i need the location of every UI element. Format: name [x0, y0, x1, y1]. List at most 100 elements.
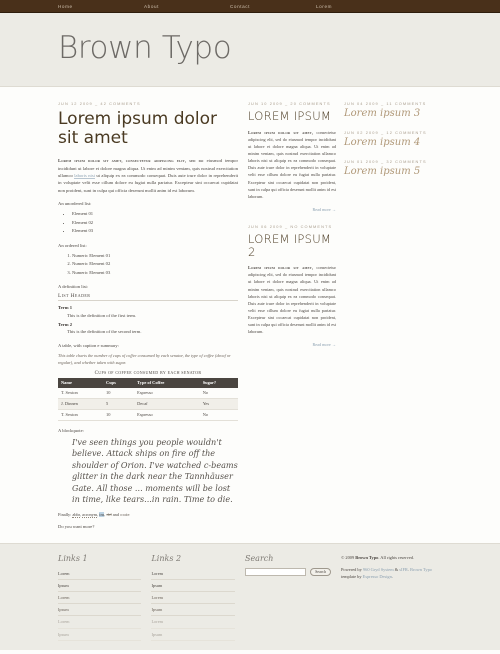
footer-link[interactable]: Lorem: [151, 592, 234, 603]
table-cell: Espresso: [134, 409, 200, 421]
search-form: Search: [244, 567, 331, 576]
copyright-brand: Brown Typo: [355, 554, 379, 560]
footer-link-list: Lorem Ipsum Lorem Ipsum Lorem Ipsum: [58, 568, 142, 641]
separator-text: .: [391, 573, 393, 579]
footer-link[interactable]: Ipsum: [58, 629, 141, 640]
post-title[interactable]: Lorem ipsum 5: [344, 166, 440, 177]
footer-link[interactable]: Ipsum: [58, 580, 141, 591]
post-title[interactable]: Lorem ipsum 3: [344, 108, 440, 119]
acronym-sample: acronym: [82, 511, 98, 518]
post-teaser: JUN 04 2009 _ 11 COMMENTS Lorem ipsum 3: [344, 101, 440, 119]
sifr-link[interactable]: sIFR: [399, 567, 408, 572]
post-title[interactable]: Lorem ipsum dolor sit amet: [58, 109, 238, 148]
grid-system-link[interactable]: 960 Gryd System: [363, 567, 394, 572]
secondary-column: JUN 10 2009 _ 20 COMMENTS LOREM IPSUM Lo…: [248, 101, 344, 529]
unordered-list: Element 01 Element 02 Element 03: [58, 210, 238, 235]
designer-link[interactable]: Espresso Design: [363, 574, 392, 579]
read-more-link[interactable]: Read more →: [248, 342, 337, 347]
footer-link[interactable]: Lorem: [58, 568, 141, 579]
primary-column: JUN 12 2009 _ 42 COMMENTS Lorem ipsum do…: [58, 101, 248, 529]
nav-item-contact[interactable]: Contact: [230, 4, 316, 9]
post-meta: JUN 06 2009 _ NO COMMENTS: [248, 223, 333, 229]
footer-link[interactable]: Ipsum: [151, 629, 234, 640]
ordered-list-intro: An ordered list:: [58, 242, 87, 248]
footer-link[interactable]: Lorem: [151, 616, 234, 627]
site-title[interactable]: Brown Typo: [50, 33, 450, 64]
post-title[interactable]: Lorem ipsum 4: [344, 137, 440, 148]
footer-column-title: Search: [244, 553, 274, 563]
separator-text: template by: [340, 573, 363, 579]
nav-item-about[interactable]: About: [144, 4, 230, 9]
footer-link[interactable]: Lorem: [58, 592, 141, 603]
blockquote-intro: A blockquote:: [58, 427, 84, 433]
footer-link[interactable]: Ipsum: [58, 604, 141, 615]
table-head: Name Cups Type of Coffee Sugar?: [58, 377, 238, 388]
footer-colophon: © 2009 Brown Typo. All rights reserved. …: [341, 554, 450, 641]
table-header-row: Name Cups Type of Coffee Sugar?: [58, 377, 238, 388]
footer-link-list: Lorem Ipsum Lorem Ipsum Lorem Ipsum: [151, 568, 235, 641]
definition-description: This is the definition of the first term…: [67, 312, 137, 318]
table-cell: 10: [103, 387, 135, 399]
nav-item-lorem[interactable]: Lorem: [316, 4, 402, 9]
footer-search: Search Search: [244, 553, 341, 641]
post-body-paragraph: Lorem ipsum dolor sit amet, consectetur …: [58, 157, 238, 194]
definition-list: Term 1 This is the definition of the fir…: [58, 304, 238, 335]
post-body-paragraph: Lorem ipsum dolor sit amet, consectetur …: [248, 129, 336, 200]
post-title[interactable]: LOREM IPSUM 2: [248, 232, 336, 258]
footer-link[interactable]: Lorem: [151, 568, 234, 579]
inline-link[interactable]: laboris nisi: [74, 172, 95, 179]
table-column-header-type: Type of Coffee: [134, 377, 200, 388]
post-meta: JUN 10 2009 _ 20 COMMENTS: [248, 101, 331, 106]
table-column-header-cups: Cups: [103, 377, 135, 388]
list-item: Ipsum: [58, 629, 142, 641]
read-more-link[interactable]: Read more →: [248, 207, 337, 212]
list-item: Ipsum: [151, 629, 235, 641]
table-row: T. Sexton 10 Espresso No: [58, 387, 238, 399]
search-input[interactable]: [244, 567, 307, 576]
table-caption: Cups of coffee consumed by each senator: [94, 370, 202, 376]
list-item: Element 03: [72, 227, 238, 235]
want-more-text: Do you want more?: [58, 523, 95, 529]
table-cell: Yes: [199, 398, 238, 410]
footer-link[interactable]: Ipsum: [151, 604, 234, 615]
nav-item-home[interactable]: Home: [58, 4, 144, 9]
footer-link[interactable]: Ipsum: [151, 580, 234, 591]
content-wrapper: JUN 12 2009 _ 42 COMMENTS Lorem ipsum do…: [50, 87, 450, 529]
list-item: Numeric Element 02: [72, 260, 238, 268]
definition-list-intro: A definition list:: [58, 284, 89, 290]
list-item: Lorem: [151, 616, 235, 629]
footer-column-title: Links 1: [58, 553, 88, 563]
table-intro: A table, with caption e summary:: [58, 342, 119, 348]
post-meta: JUN 04 2009 _ 11 COMMENTS: [344, 101, 427, 106]
table-cell: No: [199, 387, 238, 399]
post-body-text: consectetur adipiscing elit, sed do eius…: [248, 265, 336, 335]
list-item: Lorem: [151, 568, 235, 580]
abbr-sample: abbr: [72, 511, 80, 518]
table-cell: Espresso: [134, 387, 200, 399]
list-item: Numeric Element 01: [72, 252, 238, 260]
table-row: T. Sexton 10 Espresso No: [58, 409, 238, 421]
template-brand-link[interactable]: Brown Typo: [410, 567, 432, 572]
definition-term: Term 2: [58, 321, 72, 327]
definition-term: Term 1: [58, 305, 72, 311]
table-cell: 5: [103, 398, 135, 410]
list-item: Lorem: [58, 616, 142, 629]
list-item: Ipsum: [151, 580, 235, 592]
list-item: Ipsum: [58, 580, 142, 592]
inline-elements-demo: Finally: abbr, acronym, ins, del and cod…: [58, 511, 238, 518]
powered-prefix: Powered by: [340, 566, 363, 572]
list-item: Ipsum: [151, 604, 235, 617]
post-title[interactable]: LOREM IPSUM: [248, 110, 336, 123]
footer-link[interactable]: Lorem: [58, 616, 141, 627]
list-item: Ipsum: [58, 604, 142, 617]
footer-links-2: Links 2 Lorem Ipsum Lorem Ipsum Lorem Ip…: [151, 554, 244, 641]
list-item: Element 02: [72, 219, 238, 227]
search-button[interactable]: Search: [310, 567, 331, 576]
post-meta: JUN 02 2009 _ 12 COMMENTS: [344, 130, 427, 135]
table-summary: This table charts the number of cups of …: [58, 352, 231, 365]
powered-by-text: Powered by 960 Gryd System & sIFR. Brown…: [341, 566, 440, 580]
table-cell: Decaf: [134, 398, 200, 410]
site-footer: Links 1 Lorem Ipsum Lorem Ipsum Lorem Ip…: [0, 542, 500, 650]
post-meta: JUN 12 2009 _ 42 COMMENTS: [58, 101, 141, 106]
separator-text: and: [111, 511, 121, 517]
